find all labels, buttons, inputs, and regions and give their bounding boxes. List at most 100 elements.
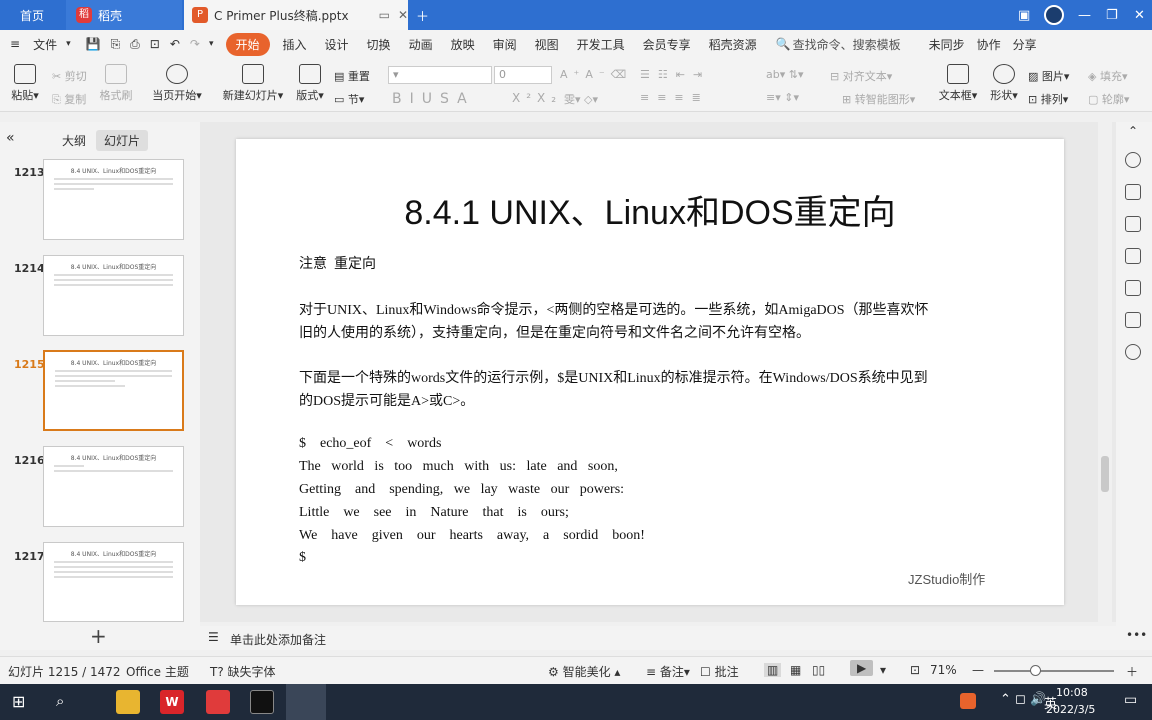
print-icon[interactable]: ⎙ [130, 37, 140, 52]
paragraph-line[interactable]: 旧的人使用的系统），支持重定向，但是在重定向符号和文件名之间不允许有空格。 [299, 322, 810, 342]
outline-button[interactable]: ▢ 轮廓▾ [1088, 91, 1129, 107]
beautify-button[interactable]: ⚙ 智能美化 ▴ [548, 663, 620, 680]
font-style-tools[interactable]: BIUSA [392, 91, 475, 107]
chevron-down-icon[interactable]: ▾ [66, 39, 71, 49]
zoom-out-button[interactable]: — [972, 663, 984, 677]
pinyin-tools[interactable]: 雯▾ ◇▾ [564, 91, 598, 107]
properties-icon[interactable] [1125, 184, 1141, 200]
tab-outline[interactable]: 大纲 [54, 130, 94, 151]
close-tab-icon[interactable]: ✕ [398, 8, 408, 22]
zoom-level[interactable]: 71% [930, 663, 957, 677]
more-icon[interactable]: ••• [1126, 628, 1147, 642]
smart-shape-button[interactable]: ⊞ 转智能图形▾ [842, 91, 915, 107]
play-slideshow-button[interactable]: ▶ [850, 660, 874, 676]
reset-button[interactable]: ▤ 重置 [334, 68, 370, 84]
menu-start[interactable]: 开始 [225, 32, 270, 56]
normal-view-icon[interactable]: ▥ [764, 663, 782, 677]
new-tab-button[interactable]: ＋ [416, 0, 429, 30]
slide-thumbnail-current[interactable]: 8.4 UNIX、Linux和DOS重定向 [43, 350, 184, 431]
font-size-tools[interactable]: A⁺A⁻⌫ [560, 68, 632, 81]
slide-thumbnail[interactable]: 8.4 UNIX、Linux和DOS重定向 [43, 446, 184, 527]
format-painter-button[interactable]: 格式刷 [98, 64, 134, 103]
paragraph-line[interactable]: 的DOS提示可能是A>或C>。 [299, 390, 474, 410]
code-line[interactable]: The world is too much with us: late and … [299, 459, 618, 475]
command-search[interactable]: 查找命令、搜索模板 [793, 36, 901, 53]
animation-icon[interactable] [1125, 152, 1141, 168]
notes-placeholder[interactable]: 单击此处添加备注 [230, 631, 326, 648]
layout-button[interactable]: 版式▾ [294, 64, 326, 103]
undo-icon[interactable]: ↶ [170, 37, 180, 51]
file-explorer-icon[interactable] [116, 690, 140, 714]
copy-button[interactable]: ⎘ 复制 [52, 91, 86, 107]
export-icon[interactable]: ⎘ [111, 37, 121, 52]
play-options-icon[interactable]: ▾ [880, 663, 886, 677]
sogou-ime-icon[interactable] [960, 693, 976, 709]
menu-docer-resources[interactable]: 稻壳资源 [700, 36, 766, 53]
notes-toggle[interactable]: ≡ 备注▾ [646, 663, 690, 680]
copy-slide-icon[interactable] [1125, 248, 1141, 264]
menu-review[interactable]: 审阅 [484, 36, 526, 53]
zoom-slider-handle[interactable] [1030, 665, 1041, 676]
vertical-scrollbar[interactable] [1098, 122, 1112, 622]
comments-toggle[interactable]: ☐ 批注 [700, 663, 739, 680]
text-direction-tools[interactable]: ab▾ ⇅▾ [766, 68, 803, 81]
slide-canvas[interactable]: 8.4.1 UNIX、Linux和DOS重定向 注意 重定向 对于UNIX、Li… [236, 139, 1064, 605]
shape-button[interactable]: 形状▾ [988, 64, 1020, 103]
clock-time[interactable]: 10:08 [1056, 686, 1088, 699]
collab-button[interactable]: 协作 [977, 36, 1001, 53]
collapse-panel-icon[interactable]: « [6, 130, 15, 146]
menu-file[interactable]: 文件 [24, 36, 66, 53]
windows-start-icon[interactable]: ⊞ [12, 692, 25, 711]
wps-office-icon[interactable]: W [160, 690, 184, 714]
play-from-current-button[interactable]: 当页开始▾ [150, 64, 204, 103]
presentation-app-icon[interactable] [206, 690, 230, 714]
paragraph-line[interactable]: 下面是一个特殊的words文件的运行示例，$是UNIX和Linux的标准提示符。… [299, 367, 928, 387]
save-icon[interactable]: 💾 [86, 37, 101, 51]
note-heading[interactable]: 注意 重定向 [299, 253, 376, 273]
menu-slideshow[interactable]: 放映 [442, 36, 484, 53]
terminal-icon[interactable] [250, 690, 274, 714]
slide-thumbnail[interactable]: 8.4 UNIX、Linux和DOS重定向 [43, 159, 184, 240]
code-line[interactable]: Getting and spending, we lay waste our p… [299, 482, 624, 498]
chevron-up-icon[interactable]: ⌃ [1128, 124, 1138, 138]
tab-home[interactable]: 首页 [0, 0, 64, 30]
notes-area[interactable]: ☰ 单击此处添加备注 [200, 626, 1116, 650]
unsync-status[interactable]: 未同步 [929, 36, 965, 53]
menu-member[interactable]: 会员专享 [634, 36, 700, 53]
tab-docer[interactable]: 稻 稻壳 [66, 0, 182, 30]
avatar[interactable] [1044, 0, 1064, 30]
preview-icon[interactable]: ⊡ [150, 37, 160, 51]
add-slide-button[interactable]: + [90, 624, 107, 648]
spacing-tools[interactable]: ≡▾ ⇕▾ [766, 91, 799, 104]
picture-button[interactable]: ▨ 图片▾ [1028, 68, 1069, 84]
layout-icon[interactable]: ▣ [1018, 0, 1030, 30]
backup-icon[interactable] [1125, 312, 1141, 328]
transition-icon[interactable] [1125, 216, 1141, 232]
slide-thumbnail[interactable]: 8.4 UNIX、Linux和DOS重定向 [43, 542, 184, 622]
maximize-icon[interactable]: ❐ [1106, 0, 1118, 30]
align-tools[interactable]: ≡≡≡≣ [640, 91, 709, 104]
scrollbar-thumb[interactable] [1101, 456, 1109, 492]
menu-view[interactable]: 视图 [526, 36, 568, 53]
clock-date[interactable]: 2022/3/5 [1046, 703, 1095, 716]
cut-button[interactable]: ✂ 剪切 [52, 68, 87, 84]
redo-icon[interactable]: ↷ [190, 37, 200, 51]
new-slide-button[interactable]: 新建幻灯片▾ [222, 64, 284, 103]
tab-slides[interactable]: 幻灯片 [96, 130, 149, 151]
slide-thumbnail[interactable]: 8.4 UNIX、Linux和DOS重定向 [43, 255, 184, 336]
reading-view-icon[interactable]: ▯▯ [812, 663, 825, 677]
notification-icon[interactable]: ▭ [1124, 692, 1137, 708]
code-line[interactable]: Little we see in Nature that is ours; [299, 505, 569, 521]
restore-tab-icon[interactable]: ▭ [379, 8, 390, 22]
code-line[interactable]: $ echo_eof < words [299, 436, 441, 452]
menu-transition[interactable]: 切换 [358, 36, 400, 53]
tab-document[interactable]: P C Primer Plus终稿.pptx ▭ ✕ [184, 0, 408, 30]
zoom-in-button[interactable]: ＋ [1126, 663, 1138, 680]
script-tools[interactable]: X²X₂ [512, 91, 562, 105]
list-tools[interactable]: ☰☷⇤⇥ [640, 68, 710, 81]
paragraph-line[interactable]: 对于UNIX、Linux和Windows命令提示，<两侧的空格是可选的。一些系统… [299, 299, 929, 319]
fill-button[interactable]: ◈ 填充▾ [1088, 68, 1128, 84]
active-app-highlight[interactable] [286, 684, 326, 720]
section-button[interactable]: ▭ 节▾ [334, 91, 364, 107]
minimize-icon[interactable]: — [1078, 0, 1091, 30]
